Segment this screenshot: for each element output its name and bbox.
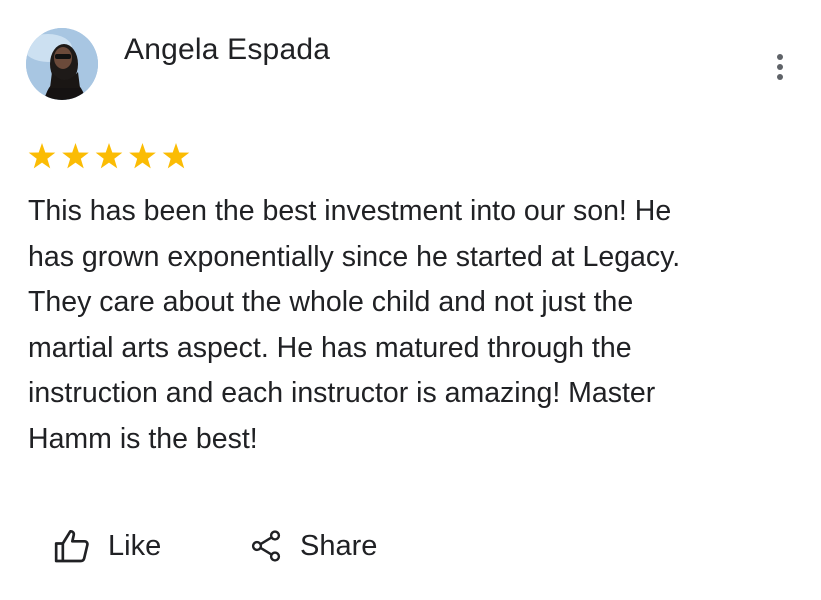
share-button[interactable]: Share <box>248 522 377 570</box>
more-vert-icon-dot <box>777 64 783 70</box>
star-icon <box>62 143 89 169</box>
more-options-button[interactable] <box>764 50 796 84</box>
review-text-line: This has been the best investment into o… <box>28 195 672 227</box>
star-icon <box>95 143 123 169</box>
like-button[interactable]: Like <box>52 522 161 570</box>
star-icon <box>162 143 190 169</box>
review-text-line: martial arts aspect. He has matured thro… <box>28 331 632 364</box>
review-text-line: They care about the whole child and not … <box>28 286 634 319</box>
author-name[interactable]: Angela Espada <box>124 30 330 70</box>
share-icon <box>251 530 281 562</box>
review-text-line: instruction and each instructor is amazi… <box>28 377 656 410</box>
avatar-photo <box>26 28 98 100</box>
star-icon <box>28 143 56 169</box>
more-vert-icon-dot <box>777 74 783 80</box>
share-label: Share <box>300 529 378 562</box>
review-text-line: has grown exponentially since he started… <box>28 240 681 273</box>
like-label: Like <box>108 529 162 562</box>
more-vert-icon <box>777 54 783 60</box>
avatar[interactable] <box>26 28 98 100</box>
review-text: This has been the best investment into o… <box>28 189 798 463</box>
star-rating-icons <box>28 143 190 169</box>
star-rating <box>28 140 208 172</box>
review-text-line: Hamm is the best! <box>28 422 258 455</box>
star-icon <box>129 143 156 169</box>
thumb-up-outline-icon <box>54 529 89 563</box>
review-card: Angela Espada This has been the best inv… <box>0 0 821 600</box>
